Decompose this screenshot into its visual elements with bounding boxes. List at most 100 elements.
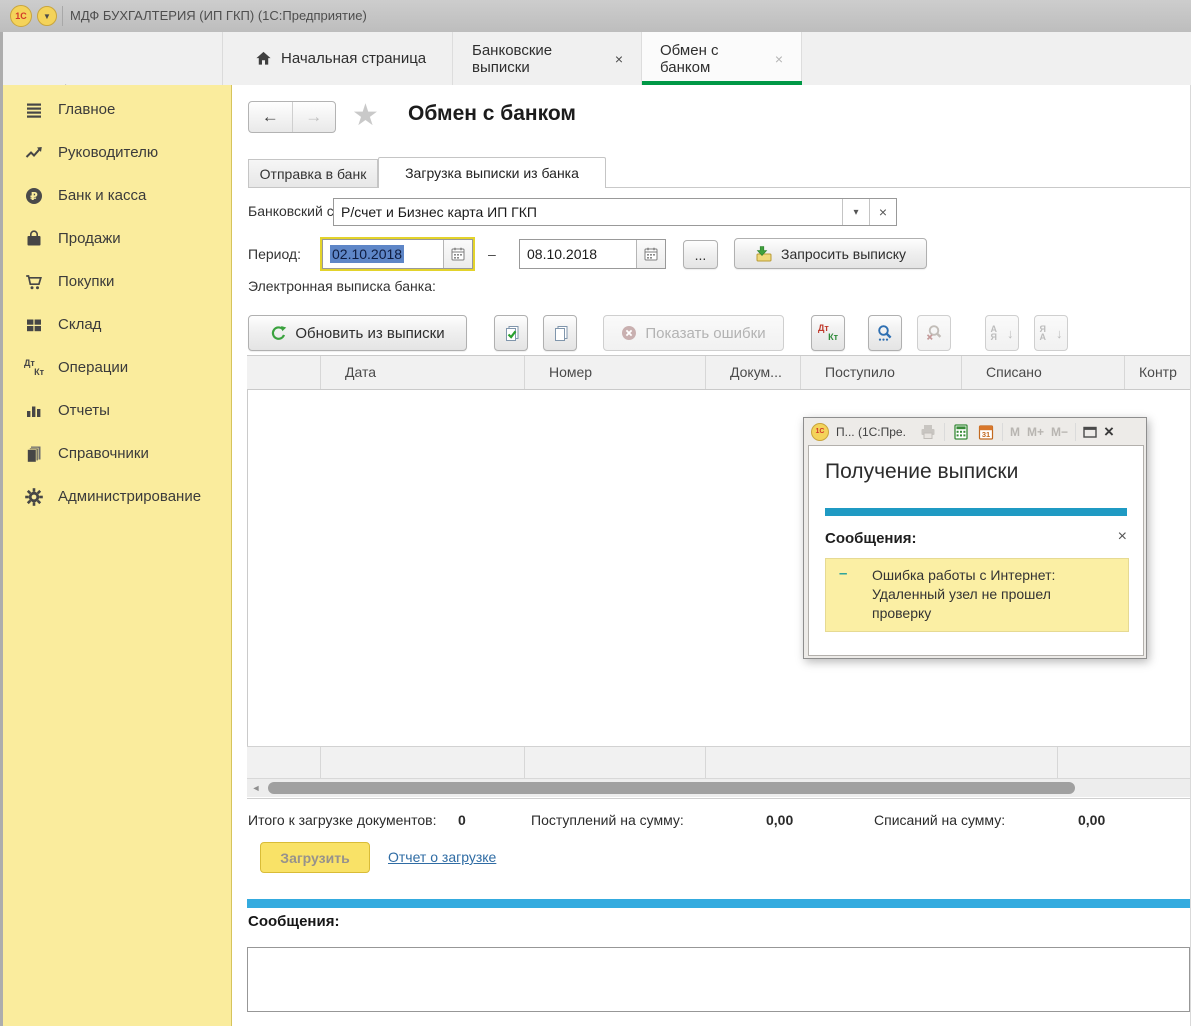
sidebar-item-label: Склад bbox=[58, 316, 101, 333]
main-menu-button[interactable]: ▼ bbox=[37, 6, 57, 26]
calendar-button[interactable] bbox=[443, 240, 472, 268]
close-icon[interactable]: × bbox=[1118, 528, 1127, 546]
sidebar-item-main[interactable]: Главное bbox=[3, 88, 231, 131]
tab-home[interactable]: Начальная страница bbox=[237, 32, 453, 85]
table-footer bbox=[247, 746, 1191, 779]
column-header-date[interactable]: Дата bbox=[321, 356, 525, 389]
back-button[interactable]: ← bbox=[249, 102, 292, 132]
calendar-button[interactable] bbox=[636, 240, 665, 268]
period-dash: – bbox=[488, 239, 496, 269]
menu-lines-icon bbox=[24, 100, 44, 120]
refresh-from-statement-button[interactable]: Обновить из выписки bbox=[248, 315, 467, 351]
messages-label: Сообщения: bbox=[248, 913, 339, 930]
dialog-body: Получение выписки Сообщения: × – Ошибка … bbox=[808, 445, 1144, 656]
sidebar-item-sales[interactable]: Продажи bbox=[3, 217, 231, 260]
period-from-field[interactable]: 02.10.2018 bbox=[322, 239, 473, 269]
bag-icon bbox=[24, 229, 44, 249]
column-header-document[interactable]: Докум... bbox=[706, 356, 801, 389]
sidebar-item-purchases[interactable]: Покупки bbox=[3, 260, 231, 303]
close-icon[interactable]: × bbox=[775, 52, 783, 66]
top-tabstrip: ★ Начальная страница Банковские выписки … bbox=[0, 32, 1191, 85]
maximize-icon[interactable] bbox=[1083, 426, 1097, 438]
forward-arrow-icon: → bbox=[305, 107, 322, 127]
sidebar-item-directories[interactable]: Справочники bbox=[3, 432, 231, 475]
unmark-all-button[interactable] bbox=[543, 315, 577, 351]
back-arrow-icon: ← bbox=[262, 107, 279, 127]
sort-az-icon: АЯ bbox=[991, 325, 998, 341]
messages-textarea[interactable] bbox=[247, 947, 1190, 1012]
books-icon bbox=[24, 444, 44, 464]
forward-button[interactable]: → bbox=[292, 102, 336, 132]
close-icon[interactable]: × bbox=[1104, 423, 1114, 440]
dialog-titlebar[interactable]: 1С П... (1С:Пре. 31 М М+ М− × bbox=[804, 418, 1146, 445]
column-header-counterparty[interactable]: Контр bbox=[1125, 356, 1191, 389]
bank-account-field[interactable]: Р/счет и Бизнес карта ИП ГКП ▾ × bbox=[333, 198, 897, 226]
error-message-text: Ошибка работы с Интернет: Удаленный узел… bbox=[872, 566, 1120, 623]
sidebar-item-label: Банк и касса bbox=[58, 187, 146, 204]
load-report-link[interactable]: Отчет о загрузке bbox=[388, 842, 496, 873]
totals-docs-label: Итого к загрузке документов: bbox=[248, 808, 437, 832]
sort-descending-button[interactable]: ЯА ↓ bbox=[1034, 315, 1068, 351]
sections-sidebar: Главное Руководителю ₽ Банк и касса Прод… bbox=[3, 85, 232, 1026]
print-icon[interactable] bbox=[919, 423, 937, 441]
page-title: Обмен с банком bbox=[408, 102, 576, 126]
dialog-messages-label: Сообщения: bbox=[825, 530, 916, 547]
blocks-icon bbox=[24, 315, 44, 335]
column-header-select[interactable] bbox=[247, 356, 321, 389]
find-button[interactable] bbox=[868, 315, 902, 351]
sidebar-item-bank-cash[interactable]: ₽ Банк и касса bbox=[3, 174, 231, 217]
calendar-icon[interactable]: 31 bbox=[977, 423, 995, 441]
cancel-find-button[interactable] bbox=[917, 315, 951, 351]
request-statement-icon bbox=[755, 245, 773, 263]
memory-plus-button[interactable]: М+ bbox=[1027, 425, 1044, 439]
messages-separator-bar bbox=[247, 899, 1191, 908]
memory-minus-button[interactable]: М− bbox=[1051, 425, 1068, 439]
scrollbar-thumb[interactable] bbox=[268, 782, 1075, 794]
sidebar-item-manager[interactable]: Руководителю bbox=[3, 131, 231, 174]
scroll-left-arrow[interactable]: ◄ bbox=[247, 779, 265, 797]
statement-section-label: Электронная выписка банка: bbox=[248, 278, 436, 294]
tab-load-statement[interactable]: Загрузка выписки из банка bbox=[378, 157, 606, 188]
sidebar-item-label: Администрирование bbox=[58, 488, 201, 505]
column-header-income[interactable]: Поступило bbox=[801, 356, 962, 389]
column-header-outcome[interactable]: Списано bbox=[962, 356, 1125, 389]
selected-text: 02.10.2018 bbox=[330, 245, 404, 263]
calculator-icon[interactable] bbox=[952, 423, 970, 441]
period-to-field[interactable]: 08.10.2018 bbox=[519, 239, 666, 269]
mark-all-button[interactable] bbox=[494, 315, 528, 351]
tab-bank-exchange[interactable]: Обмен с банком × bbox=[642, 32, 802, 85]
active-tab-underline bbox=[642, 81, 802, 85]
sort-ascending-button[interactable]: АЯ ↓ bbox=[985, 315, 1019, 351]
sidebar-item-warehouse[interactable]: Склад bbox=[3, 303, 231, 346]
svg-text:31: 31 bbox=[982, 430, 990, 439]
tab-home-label: Начальная страница bbox=[281, 50, 426, 67]
tab-send-to-bank[interactable]: Отправка в банк bbox=[248, 159, 378, 188]
period-label: Период: bbox=[248, 239, 301, 269]
sidebar-item-administration[interactable]: Администрирование bbox=[3, 475, 231, 518]
sort-za-icon: ЯА bbox=[1040, 325, 1047, 341]
load-button[interactable]: Загрузить bbox=[260, 842, 370, 873]
svg-text:₽: ₽ bbox=[30, 190, 38, 202]
show-errors-button[interactable]: Показать ошибки bbox=[603, 315, 784, 351]
refresh-icon bbox=[270, 325, 287, 342]
show-postings-button[interactable]: ДтКт bbox=[811, 315, 845, 351]
horizontal-scrollbar[interactable]: ◄ bbox=[247, 779, 1191, 797]
app-logo-text: 1С bbox=[15, 11, 27, 21]
sidebar-item-operations[interactable]: ДтКт Операции bbox=[3, 346, 231, 389]
app-logo-icon[interactable]: 1С bbox=[10, 5, 32, 27]
clear-button[interactable]: × bbox=[869, 199, 896, 225]
dropdown-button[interactable]: ▾ bbox=[842, 199, 869, 225]
period-options-button[interactable]: ... bbox=[683, 240, 718, 269]
sidebar-item-reports[interactable]: Отчеты bbox=[3, 389, 231, 432]
memory-button[interactable]: М bbox=[1010, 425, 1020, 439]
table-header: Дата Номер Докум... Поступило Списано Ко… bbox=[247, 355, 1191, 390]
sidebar-item-label: Руководителю bbox=[58, 144, 158, 161]
column-header-number[interactable]: Номер bbox=[525, 356, 706, 389]
request-statement-button[interactable]: Запросить выписку bbox=[734, 238, 927, 269]
dialog-heading: Получение выписки bbox=[825, 460, 1018, 484]
table-bottom-line bbox=[247, 798, 1191, 799]
tab-bank-statements[interactable]: Банковские выписки × bbox=[454, 32, 642, 85]
close-icon[interactable]: × bbox=[615, 52, 623, 66]
titlebar-divider bbox=[62, 6, 63, 26]
favorite-star-icon[interactable]: ★ bbox=[352, 98, 379, 133]
